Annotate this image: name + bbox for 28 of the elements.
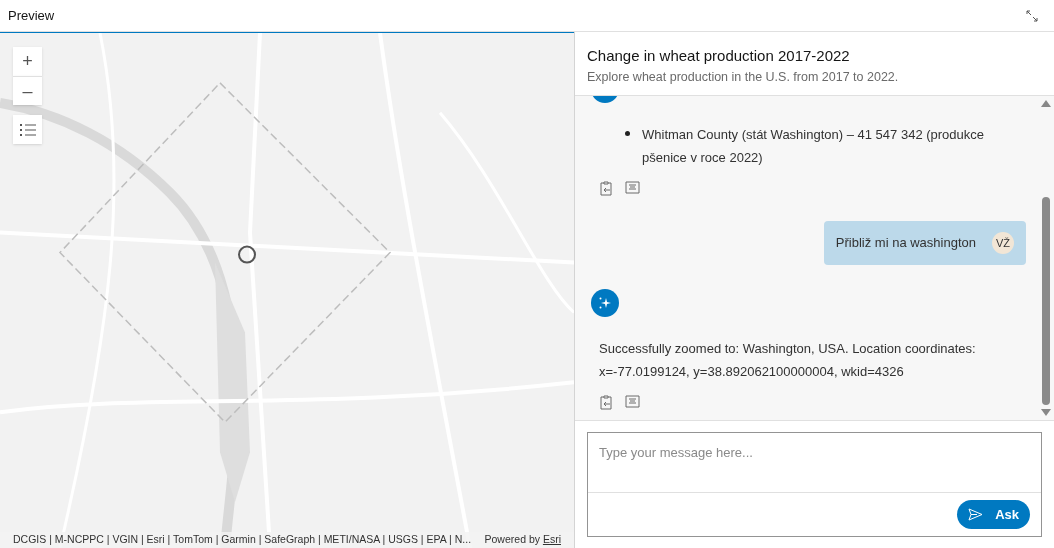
clipboard-icon[interactable] bbox=[599, 181, 613, 197]
message-text: Přibliž mi na washington bbox=[835, 234, 976, 253]
expand-icon[interactable] bbox=[1026, 9, 1038, 22]
document-icon[interactable] bbox=[625, 181, 640, 194]
message-text: Successfully zoomed to: Washington, USA. Location coordinates: x=-77.0199124, y=38.892062100000004, wkid=4326 bbox=[599, 340, 977, 381]
esri-link[interactable]: Esri bbox=[542, 533, 561, 546]
bullet-icon bbox=[625, 131, 630, 136]
message-input[interactable]: Type your message here... Ask bbox=[587, 432, 1042, 537]
list-item-text: Whitman County (stát Washington) – 41 547 342 (produkce pšenice v roce 2022) bbox=[642, 126, 986, 167]
powered-by-text: Powered by Esri bbox=[484, 532, 561, 548]
sparkle-icon bbox=[598, 296, 612, 310]
clipboard-icon[interactable] bbox=[599, 395, 613, 411]
user-avatar: VŽ bbox=[992, 232, 1014, 254]
scrollbar-thumb[interactable] bbox=[1042, 197, 1050, 405]
ask-button[interactable]: Ask bbox=[957, 500, 1030, 529]
document-icon[interactable] bbox=[625, 395, 640, 408]
map[interactable]: + – DCGIS | M-NCPPC | VGIN | Esri | TomTom | Garmin | SafeGraph | METI/NASA | USGS | EPA | N... Powered by Esri bbox=[0, 32, 574, 548]
attribution-text: DCGIS | M-NCPPC | VGIN | Esri | TomTom | Garmin | SafeGraph | METI/NASA | USGS | EPA | N... bbox=[13, 532, 472, 548]
scroll-down-icon[interactable] bbox=[1041, 409, 1051, 416]
zoom-out-button[interactable]: – bbox=[13, 76, 42, 105]
legend-button[interactable] bbox=[13, 115, 42, 144]
send-icon bbox=[968, 508, 984, 521]
preview-title: Preview bbox=[8, 6, 55, 25]
scroll-up-icon[interactable] bbox=[1041, 100, 1051, 107]
zoom-in-button[interactable]: + bbox=[13, 47, 42, 76]
list-icon bbox=[19, 122, 36, 137]
panel-subtitle: Explore wheat production in the U.S. from 2017 to 2022. bbox=[587, 68, 900, 86]
panel-title: Change in wheat production 2017-2022 bbox=[587, 46, 851, 66]
